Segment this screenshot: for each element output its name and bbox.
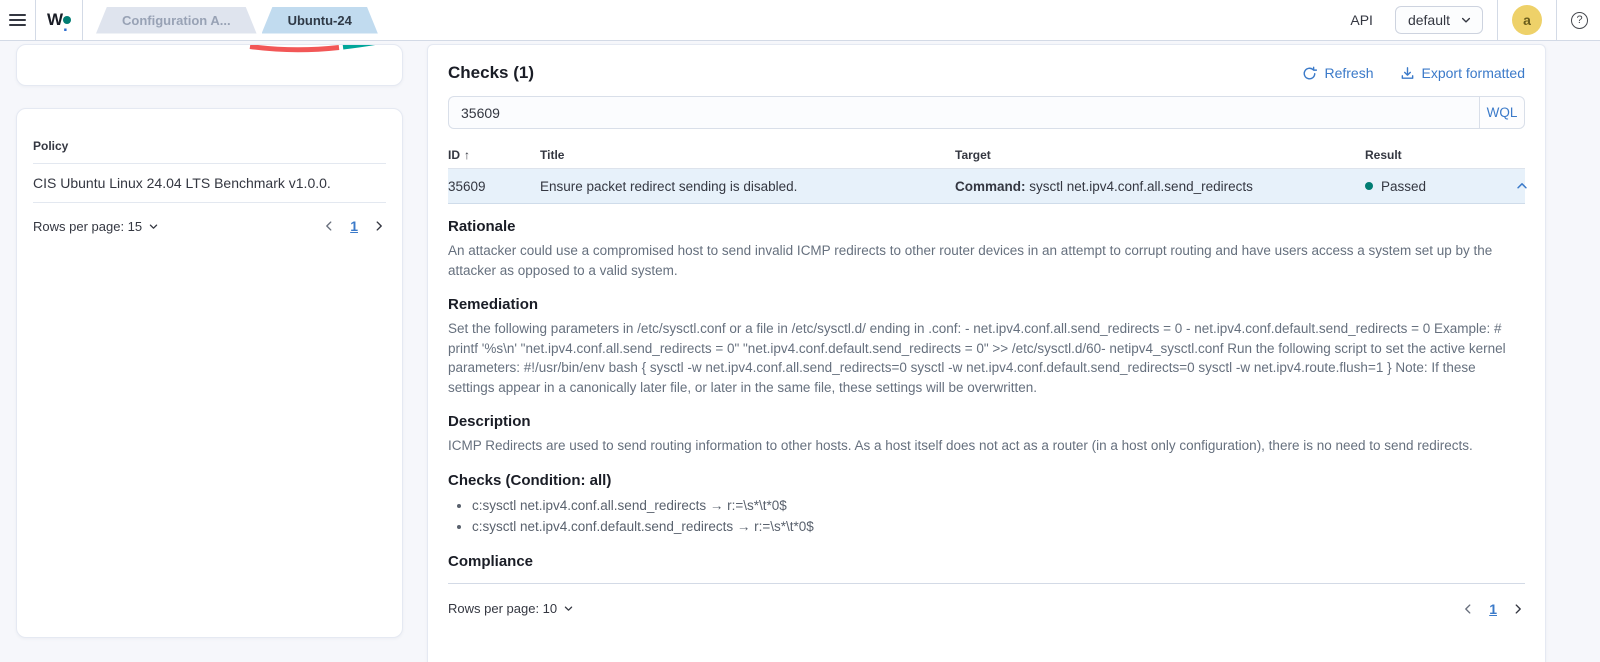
refresh-button[interactable]: Refresh <box>1302 65 1374 81</box>
remediation-text: Set the following parameters in /etc/sys… <box>448 321 1506 395</box>
column-label: Title <box>540 148 565 162</box>
policy-row[interactable]: CIS Ubuntu Linux 24.04 LTS Benchmark v1.… <box>33 164 386 203</box>
search-input[interactable] <box>448 96 1479 129</box>
result-label: Passed <box>1381 178 1427 194</box>
wql-button[interactable]: WQL <box>1479 96 1525 129</box>
chevron-up-icon <box>1517 183 1527 189</box>
agent-summary-card <box>16 44 403 86</box>
avatar[interactable]: a <box>1512 5 1542 35</box>
chevron-down-icon <box>1461 17 1471 23</box>
checks-condition-heading: Checks (Condition: all) <box>448 471 612 489</box>
remediation-heading: Remediation <box>448 296 539 313</box>
rows-per-page-select[interactable]: Rows per page: 15 <box>33 219 159 234</box>
refresh-label: Refresh <box>1324 65 1374 81</box>
help-icon[interactable]: ? <box>1571 11 1588 29</box>
menu-button[interactable] <box>0 0 36 40</box>
column-label: ID <box>448 148 460 162</box>
column-header-target[interactable]: Target <box>955 148 1365 162</box>
policy-pagination: 1 <box>322 218 386 234</box>
column-header-title[interactable]: Title <box>540 148 955 162</box>
top-navigation-bar: W. Configuration A... Ubuntu-24 API defa… <box>0 0 1600 41</box>
refresh-icon <box>1304 66 1318 79</box>
checks-header: Checks (1) Refresh Export formatted <box>448 63 1525 83</box>
app-screen: W. Configuration A... Ubuntu-24 API defa… <box>0 0 1600 662</box>
logo-text: W <box>46 10 64 29</box>
export-label: Export formatted <box>1421 65 1526 81</box>
hamburger-icon <box>9 11 26 29</box>
page-number-button[interactable]: 1 <box>1489 601 1497 617</box>
topbar-right-group: API default a ? <box>1350 0 1600 41</box>
tab-configuration-assessment[interactable]: Configuration A... <box>96 7 257 34</box>
tab-ubuntu-24[interactable]: Ubuntu-24 <box>262 7 378 34</box>
previous-page-button[interactable] <box>322 219 336 233</box>
rationale-heading: Rationale <box>448 218 516 235</box>
app-logo[interactable]: W. <box>36 0 83 40</box>
divider <box>1556 0 1557 41</box>
checks-title: Checks (1) <box>448 63 534 82</box>
chevron-down-icon <box>564 606 573 611</box>
download-icon <box>1401 66 1413 79</box>
check-target-cell: Command: sysctl net.ipv4.conf.all.send_r… <box>955 179 1365 194</box>
collapse-row-button[interactable] <box>1515 179 1533 193</box>
api-host-value: default <box>1407 12 1450 28</box>
api-host-select[interactable]: default <box>1394 6 1483 34</box>
checks-table-header: ID ↑ Title Target Result <box>448 142 1525 169</box>
condition-checks-list: c:sysctl net.ipv4.conf.all.send_redirect… <box>448 495 1525 537</box>
tab-label: Ubuntu-24 <box>287 12 352 28</box>
divider <box>1497 0 1498 41</box>
passed-status-dot <box>1365 182 1373 190</box>
policy-column-header: Policy <box>33 139 386 164</box>
check-title-cell: Ensure packet redirect sending is disabl… <box>540 178 798 194</box>
rows-per-page-label: Rows per page: 10 <box>448 601 558 616</box>
next-page-button[interactable] <box>1511 602 1525 616</box>
logo-dot: . <box>63 16 72 35</box>
avatar-initial: a <box>1523 12 1531 28</box>
rationale-text: An attacker could use a compromised host… <box>448 243 1493 278</box>
sort-ascending-icon: ↑ <box>464 148 470 162</box>
chevron-left-icon <box>326 221 332 231</box>
check-details: Rationale An attacker could use a compro… <box>448 218 1525 584</box>
checks-actions: Refresh Export formatted <box>1302 65 1525 81</box>
chevron-right-icon <box>376 221 382 231</box>
policy-table-card: Policy CIS Ubuntu Linux 24.04 LTS Benchm… <box>16 108 403 638</box>
chevron-left-icon <box>1465 603 1471 614</box>
description-heading: Description <box>448 413 531 430</box>
check-result-cell: Passed <box>1365 179 1515 194</box>
check-id-cell: 35609 <box>448 178 486 194</box>
rows-per-page-label: Rows per page: 15 <box>33 218 143 234</box>
page-number-button[interactable]: 1 <box>350 218 358 234</box>
next-page-button[interactable] <box>372 219 386 233</box>
checks-table-footer: Rows per page: 10 1 <box>448 584 1525 634</box>
target-label: Command: <box>955 178 1026 194</box>
column-header-id[interactable]: ID ↑ <box>448 148 540 162</box>
donut-chart-fragment <box>249 45 376 53</box>
column-label: Target <box>955 148 991 162</box>
help-glyph: ? <box>1576 14 1583 26</box>
condition-check-item: c:sysctl net.ipv4.conf.all.send_redirect… <box>472 495 1525 516</box>
description-text: ICMP Redirects are used to send routing … <box>448 438 1473 453</box>
previous-page-button[interactable] <box>1461 602 1475 616</box>
chevron-down-icon <box>149 224 158 229</box>
chevron-right-icon <box>1515 603 1521 614</box>
rows-per-page-select[interactable]: Rows per page: 10 <box>448 601 574 616</box>
api-link[interactable]: API <box>1350 12 1373 28</box>
checks-search-bar: WQL <box>448 96 1525 129</box>
compliance-heading: Compliance <box>448 552 534 570</box>
target-value: sysctl net.ipv4.conf.all.send_redirects <box>1025 178 1253 194</box>
check-row-35609[interactable]: 35609 Ensure packet redirect sending is … <box>448 169 1527 204</box>
checks-pagination: 1 <box>1461 601 1525 617</box>
column-label: Result <box>1365 148 1402 162</box>
policy-table-footer: Rows per page: 15 1 <box>33 203 386 249</box>
condition-check-item: c:sysctl net.ipv4.conf.default.send_redi… <box>472 516 1525 537</box>
export-formatted-button[interactable]: Export formatted <box>1400 65 1526 81</box>
checks-panel: Checks (1) Refresh Export formatted WQL … <box>427 44 1546 662</box>
tab-label: Configuration A... <box>122 12 231 28</box>
breadcrumb-tabs: Configuration A... Ubuntu-24 <box>96 0 378 40</box>
column-header-result[interactable]: Result <box>1365 148 1515 162</box>
